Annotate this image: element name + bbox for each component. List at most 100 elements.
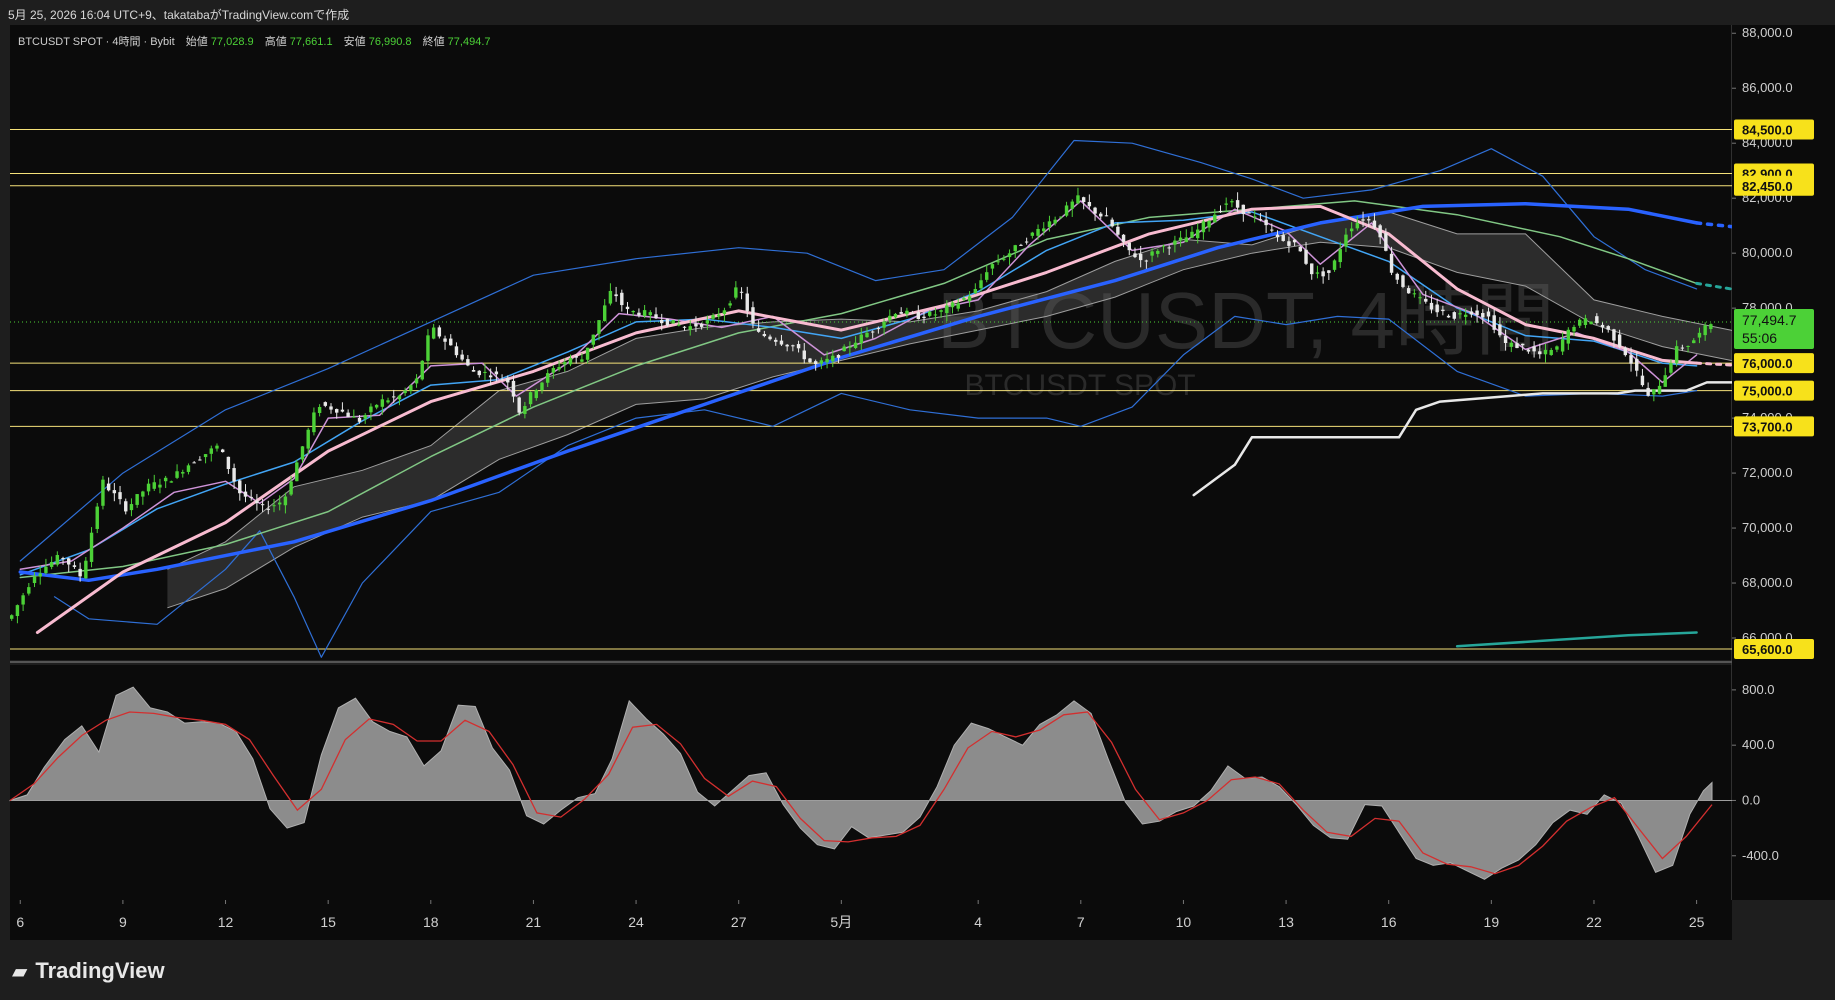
candle-body <box>848 346 852 348</box>
candle-body <box>175 471 179 478</box>
candle-body <box>534 389 538 399</box>
candle-body <box>1161 245 1166 247</box>
candle-body <box>1201 221 1206 233</box>
candle-body <box>910 312 915 314</box>
candle-body <box>1463 314 1468 317</box>
candle-body <box>181 472 185 474</box>
candle-body <box>967 296 972 302</box>
candle-body <box>1270 229 1274 231</box>
candle-body <box>734 287 738 298</box>
candle-body <box>1595 316 1599 324</box>
candle-body <box>597 320 601 334</box>
candle-body <box>494 371 499 375</box>
candle-body <box>956 303 960 309</box>
candle-body <box>369 406 373 413</box>
candle-body <box>340 409 345 412</box>
candle-body <box>431 327 436 339</box>
candle-body <box>44 566 48 573</box>
candle-body <box>1526 349 1531 352</box>
candle-body <box>939 310 943 312</box>
price-axis-background <box>1732 25 1835 900</box>
candle-body <box>882 321 886 328</box>
candle-body <box>1144 260 1149 262</box>
candle-body <box>973 288 978 294</box>
candle-body <box>865 332 869 338</box>
time-tick-label: 10 <box>1176 914 1192 930</box>
osc-tick-label: 400.0 <box>1742 737 1775 752</box>
candle-body <box>620 292 624 306</box>
candle-body <box>1070 201 1074 209</box>
candle-body <box>420 360 424 380</box>
level-label-text: 73,700.0 <box>1742 419 1793 434</box>
candle-body <box>625 306 630 310</box>
candle-body <box>10 615 14 619</box>
candle-body <box>1235 200 1240 208</box>
time-axis[interactable]: 6 9 12 15 18 21 24 27 5月 4 7 10 13 16 19 22 25 <box>10 900 1732 940</box>
candle-body <box>374 404 379 408</box>
price-axis[interactable]: 88,000.086,000.084,000.082,000.080,000.0… <box>1732 25 1835 900</box>
candle-body <box>163 477 168 482</box>
candle-body <box>808 358 812 363</box>
candle-body <box>705 320 710 324</box>
candle-body <box>1623 347 1628 356</box>
candle-body <box>1127 242 1131 251</box>
candle-body <box>1121 234 1126 242</box>
candle-body <box>1515 343 1519 349</box>
candle-body <box>403 390 407 394</box>
candle-body <box>1538 351 1542 355</box>
candle-body <box>1629 355 1633 364</box>
candle-body <box>1104 215 1109 217</box>
candle-body <box>1703 325 1707 336</box>
candle-body <box>1258 219 1263 221</box>
candle-body <box>1412 293 1417 295</box>
candle-body <box>1178 237 1183 241</box>
legend-open: 77,028.9 <box>211 36 254 48</box>
candle-body <box>1424 298 1428 302</box>
candle-body <box>152 482 156 489</box>
candle-body <box>112 490 117 494</box>
candle-body <box>831 355 835 362</box>
candle-body <box>1310 263 1314 275</box>
candle-body <box>1378 225 1382 238</box>
candle-body <box>602 305 607 321</box>
candle-body <box>1640 375 1645 386</box>
candle-body <box>466 359 470 366</box>
candle-body <box>523 406 527 414</box>
candle-body <box>1195 229 1200 239</box>
candle-body <box>169 481 174 483</box>
candle-body <box>506 377 510 383</box>
candle-body <box>1007 253 1012 258</box>
candle-body <box>283 496 288 506</box>
candle-body <box>899 312 903 314</box>
candle-body <box>277 502 282 505</box>
candle-body <box>1213 214 1217 223</box>
candle-body <box>295 462 299 482</box>
candle-body <box>203 454 208 458</box>
candle-body <box>72 565 77 567</box>
candle-body <box>1241 204 1246 215</box>
candle-body <box>1635 358 1639 371</box>
candle-body <box>853 342 858 349</box>
time-tick-label: 7 <box>1077 914 1085 930</box>
time-tick-label: 16 <box>1381 914 1397 930</box>
chart-canvas[interactable]: BTCUSDT, 4時間 BTCUSDT SPOT 88,000.0 86,000… <box>0 0 1835 1000</box>
candle-body <box>1207 220 1211 228</box>
price-tick-label: 88,000.0 <box>1742 25 1793 40</box>
candle-body <box>95 506 99 529</box>
candle-body <box>243 491 248 497</box>
candle-body <box>101 479 105 506</box>
tradingview-logo[interactable]: ▰ TradingView <box>12 958 165 984</box>
candle-body <box>1384 233 1388 251</box>
candle-body <box>1572 326 1576 332</box>
chart-root: 5月 25, 2026 16:04 UTC+9、takatabaがTrading… <box>0 0 1835 1000</box>
candle-body <box>1674 346 1679 363</box>
time-tick-label: 25 <box>1689 914 1705 930</box>
osc-tick-label: 800.0 <box>1742 682 1775 697</box>
candle-body <box>1087 201 1092 207</box>
candle-body <box>1275 234 1280 238</box>
candle-body <box>922 316 926 319</box>
candle-body <box>449 338 453 346</box>
candle-body <box>1281 235 1285 241</box>
price-tick-label: 72,000.0 <box>1742 465 1793 480</box>
candle-body <box>762 334 767 337</box>
